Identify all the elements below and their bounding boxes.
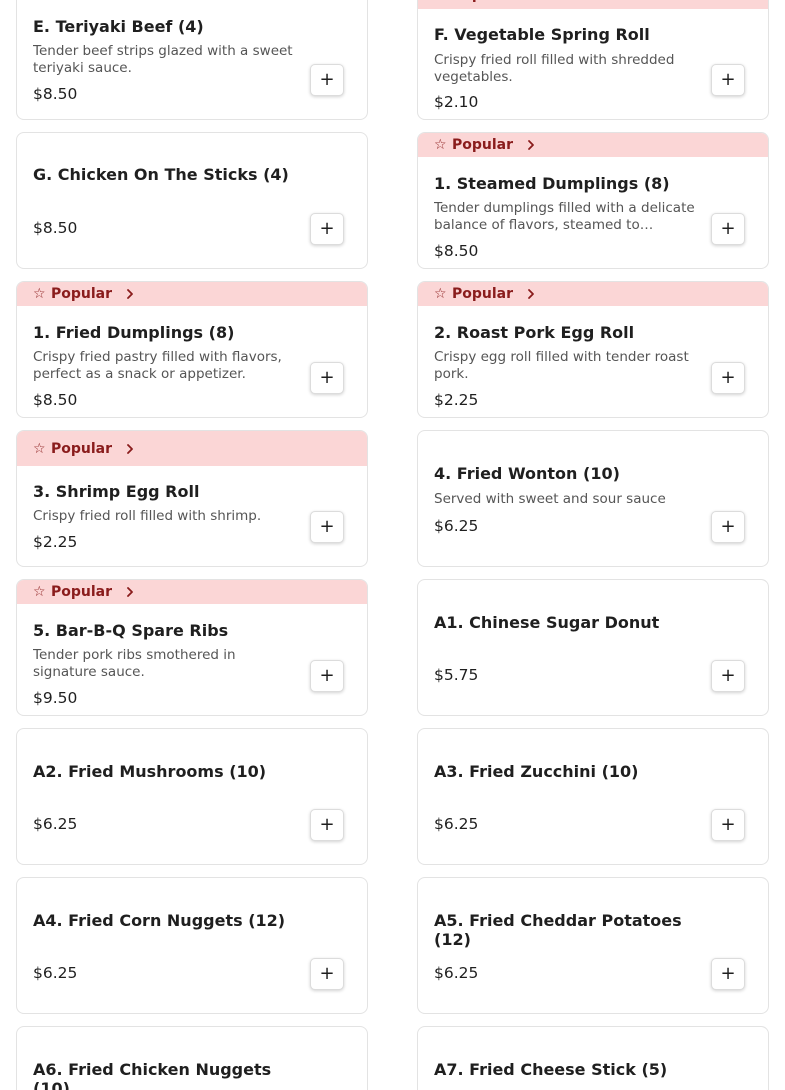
- menu-item-card[interactable]: A1. Chinese Sugar Donut $5.75 +: [417, 579, 769, 716]
- menu-item-card[interactable]: ☆ Popular 5. Bar-B-Q Spare Ribs Tender p…: [16, 579, 368, 716]
- add-to-cart-button[interactable]: +: [711, 511, 745, 543]
- popular-badge[interactable]: ☆ Popular: [17, 431, 367, 466]
- item-description: Crispy fried pastry filled with flavors,…: [33, 349, 282, 382]
- item-price: $2.25: [434, 391, 479, 409]
- popular-badge[interactable]: ☆ Popular: [418, 133, 768, 157]
- chevron-right-icon: [525, 0, 537, 1]
- menu-item-card[interactable]: ☆ Popular 2. Roast Pork Egg Roll Crispy …: [417, 281, 769, 418]
- item-description: Crispy fried roll filled with shrimp.: [33, 508, 262, 524]
- popular-label: Popular: [452, 0, 513, 3]
- menu-item-card[interactable]: G. Chicken On The Sticks (4) $8.50 +: [16, 132, 368, 269]
- star-icon: ☆: [434, 0, 447, 3]
- item-price: $6.25: [33, 815, 78, 833]
- item-name: 3. Shrimp Egg Roll: [33, 482, 200, 501]
- item-description: Crispy egg roll filled with tender roast…: [434, 349, 689, 382]
- item-name: F. Vegetable Spring Roll: [434, 25, 650, 44]
- star-icon: ☆: [33, 440, 46, 457]
- add-to-cart-button[interactable]: +: [711, 64, 745, 96]
- add-to-cart-button[interactable]: +: [711, 660, 745, 692]
- popular-label: Popular: [452, 286, 514, 302]
- item-price: $6.25: [33, 964, 78, 982]
- menu-item-card[interactable]: ☆ Popular F. Vegetable Spring Roll Crisp…: [417, 0, 769, 120]
- add-to-cart-button[interactable]: +: [310, 958, 344, 990]
- item-price: $2.10: [434, 93, 479, 111]
- menu-item-card[interactable]: A4. Fried Corn Nuggets (12) $6.25 +: [16, 877, 368, 1014]
- star-icon: ☆: [434, 286, 447, 302]
- popular-label: Popular: [51, 584, 113, 600]
- item-name: E. Teriyaki Beef (4): [33, 17, 204, 36]
- popular-badge[interactable]: ☆ Popular: [418, 0, 768, 9]
- menu-item-card[interactable]: E. Teriyaki Beef (4) Tender beef strips …: [16, 0, 368, 120]
- item-name: 1. Fried Dumplings (8): [33, 323, 235, 342]
- item-description: Served with sweet and sour sauce: [434, 491, 666, 507]
- star-icon: ☆: [33, 584, 46, 600]
- item-description: Crispy fried roll filled with shredded v…: [434, 52, 675, 85]
- menu-item-card[interactable]: ☆ Popular 1. Steamed Dumplings (8) Tende…: [417, 132, 769, 269]
- item-price: $9.50: [33, 689, 78, 707]
- add-to-cart-button[interactable]: +: [310, 64, 344, 96]
- chevron-right-icon: [528, 140, 534, 150]
- add-to-cart-button[interactable]: +: [310, 809, 344, 841]
- add-to-cart-button[interactable]: +: [310, 511, 344, 543]
- item-price: $6.25: [434, 517, 479, 535]
- item-name: 5. Bar-B-Q Spare Ribs: [33, 621, 229, 640]
- item-price: $8.50: [33, 85, 78, 103]
- menu-item-card[interactable]: ☆ Popular 1. Fried Dumplings (8) Crispy …: [16, 281, 368, 418]
- menu-item-card[interactable]: A5. Fried Cheddar Potatoes (12) $6.25 +: [417, 877, 769, 1014]
- star-icon: ☆: [434, 137, 447, 153]
- add-to-cart-button[interactable]: +: [711, 213, 745, 245]
- menu-item-card[interactable]: A6. Fried Chicken Nuggets (10): [16, 1026, 368, 1090]
- item-name: 2. Roast Pork Egg Roll: [434, 323, 635, 342]
- item-name: A4. Fried Corn Nuggets (12): [33, 911, 286, 930]
- item-price: $2.25: [33, 533, 78, 551]
- item-name: A2. Fried Mushrooms (10): [33, 762, 267, 781]
- item-name: A5. Fried Cheddar Potatoes (12): [434, 911, 682, 949]
- item-description: Tender beef strips glazed with a sweet t…: [33, 43, 293, 76]
- menu-item-card[interactable]: A3. Fried Zucchini (10) $6.25 +: [417, 728, 769, 865]
- item-price: $8.50: [33, 219, 78, 237]
- add-to-cart-button[interactable]: +: [310, 660, 344, 692]
- item-name: A3. Fried Zucchini (10): [434, 762, 639, 781]
- add-to-cart-button[interactable]: +: [711, 958, 745, 990]
- item-name: A7. Fried Cheese Stick (5): [434, 1060, 668, 1079]
- item-name: A1. Chinese Sugar Donut: [434, 613, 660, 632]
- star-icon: ☆: [33, 286, 46, 302]
- item-price: $6.25: [434, 815, 479, 833]
- item-name: A6. Fried Chicken Nuggets (10): [33, 1060, 272, 1090]
- item-description: Tender pork ribs smothered in signature …: [33, 647, 236, 680]
- item-name: 1. Steamed Dumplings (8): [434, 174, 670, 193]
- chevron-right-icon: [127, 587, 133, 597]
- item-price: $8.50: [434, 242, 479, 260]
- add-to-cart-button[interactable]: +: [310, 362, 344, 394]
- item-name: 4. Fried Wonton (10): [434, 464, 620, 483]
- popular-label: Popular: [51, 286, 113, 302]
- add-to-cart-button[interactable]: +: [310, 213, 344, 245]
- chevron-right-icon: [528, 289, 534, 299]
- chevron-right-icon: [127, 289, 133, 299]
- item-price: $5.75: [434, 666, 479, 684]
- menu-item-card[interactable]: 4. Fried Wonton (10) Served with sweet a…: [417, 430, 769, 567]
- add-to-cart-button[interactable]: +: [711, 809, 745, 841]
- item-price: $6.25: [434, 964, 479, 982]
- popular-badge[interactable]: ☆ Popular: [17, 282, 367, 306]
- popular-badge[interactable]: ☆ Popular: [418, 282, 768, 306]
- popular-label: Popular: [452, 137, 514, 153]
- menu-grid: E. Teriyaki Beef (4) Tender beef strips …: [0, 0, 785, 1090]
- popular-badge[interactable]: ☆ Popular: [17, 580, 367, 604]
- item-description: Tender dumplings filled with a delicate …: [434, 200, 695, 233]
- menu-item-card[interactable]: A2. Fried Mushrooms (10) $6.25 +: [16, 728, 368, 865]
- add-to-cart-button[interactable]: +: [711, 362, 745, 394]
- menu-item-card[interactable]: ☆ Popular 3. Shrimp Egg Roll Crispy frie…: [16, 430, 368, 567]
- menu-item-card[interactable]: A7. Fried Cheese Stick (5): [417, 1026, 769, 1090]
- item-price: $8.50: [33, 391, 78, 409]
- popular-label: Popular: [51, 440, 113, 457]
- item-name: G. Chicken On The Sticks (4): [33, 165, 289, 184]
- chevron-right-icon: [127, 443, 133, 454]
